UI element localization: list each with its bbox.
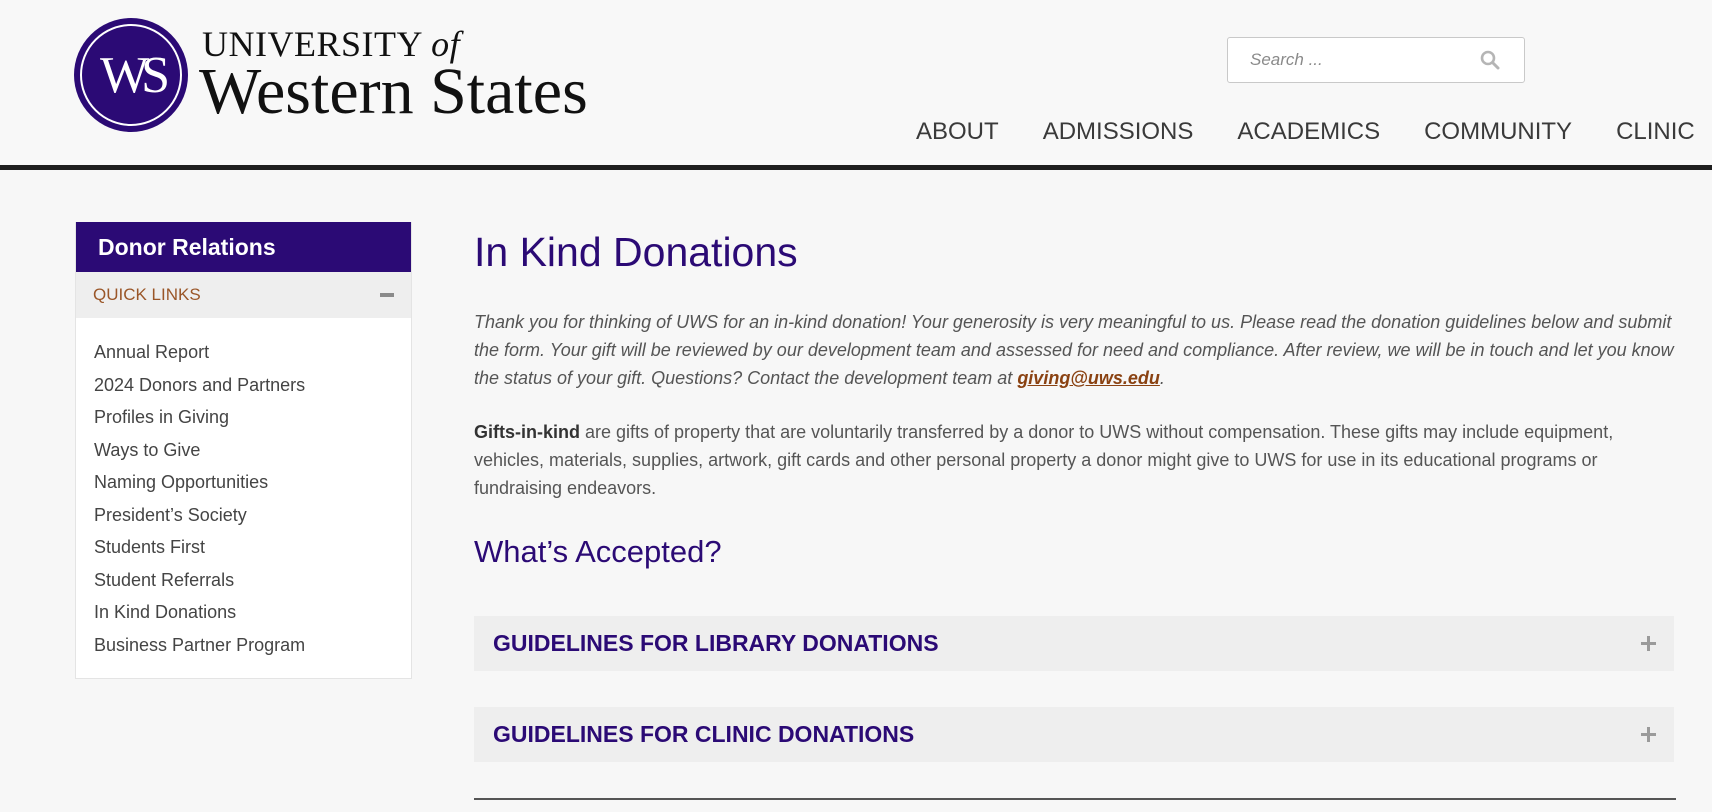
accordion-library-donations[interactable]: GUIDELINES FOR LIBRARY DONATIONS xyxy=(474,616,1674,671)
logo-monogram: WS xyxy=(100,46,170,104)
giving-email-link[interactable]: giving@uws.edu xyxy=(1017,368,1160,388)
sidebar-item-in-kind-donations[interactable]: In Kind Donations xyxy=(94,596,411,629)
sidebar-item-ways-to-give[interactable]: Ways to Give xyxy=(94,434,411,467)
quick-links-list: Annual Report 2024 Donors and Partners P… xyxy=(76,318,411,661)
accordion-clinic-donations[interactable]: GUIDELINES FOR CLINIC DONATIONS xyxy=(474,707,1674,762)
nav-community[interactable]: COMMUNITY xyxy=(1402,112,1594,152)
nav-admissions[interactable]: ADMISSIONS xyxy=(1021,112,1216,152)
minus-icon[interactable] xyxy=(380,293,394,297)
search-icon[interactable] xyxy=(1480,50,1500,70)
intro-paragraph: Thank you for thinking of UWS for an in-… xyxy=(474,308,1676,392)
gifts-in-kind-paragraph: Gifts-in-kind are gifts of property that… xyxy=(474,418,1676,502)
sidebar-item-business-partner-program[interactable]: Business Partner Program xyxy=(94,629,411,662)
content-divider xyxy=(474,798,1676,800)
nav-clinic[interactable]: CLINIC xyxy=(1594,112,1712,152)
quick-links-label: QUICK LINKS xyxy=(93,285,201,304)
quick-links-toggle[interactable]: QUICK LINKS xyxy=(76,272,411,318)
intro-end: . xyxy=(1159,368,1165,388)
plus-icon[interactable] xyxy=(1641,636,1656,651)
sidebar-item-students-first[interactable]: Students First xyxy=(94,531,411,564)
logo-line-2: Western States xyxy=(199,55,588,128)
nav-academics[interactable]: ACADEMICS xyxy=(1215,112,1402,152)
sidebar-item-donors-and-partners[interactable]: 2024 Donors and Partners xyxy=(94,369,411,402)
sidebar-item-presidents-society[interactable]: President’s Society xyxy=(94,499,411,532)
sidebar-item-naming-opportunities[interactable]: Naming Opportunities xyxy=(94,466,411,499)
sidebar-item-student-referrals[interactable]: Student Referrals xyxy=(94,564,411,597)
sidebar-title[interactable]: Donor Relations xyxy=(76,222,411,272)
sidebar: Donor Relations QUICK LINKS Annual Repor… xyxy=(75,222,412,679)
whats-accepted-heading: What’s Accepted? xyxy=(474,534,722,569)
main-nav: ABOUT ADMISSIONS ACADEMICS COMMUNITY CLI… xyxy=(894,112,1712,152)
site-header: WS UNIVERSITY of Western States ABOUT AD… xyxy=(0,0,1712,170)
gifts-in-kind-text: are gifts of property that are voluntari… xyxy=(474,422,1614,498)
plus-icon[interactable] xyxy=(1641,727,1656,742)
accordion-label: GUIDELINES FOR CLINIC DONATIONS xyxy=(493,721,915,747)
main-content: In Kind Donations Thank you for thinking… xyxy=(474,222,1676,762)
page-title: In Kind Donations xyxy=(474,229,798,275)
sidebar-item-profiles-in-giving[interactable]: Profiles in Giving xyxy=(94,401,411,434)
search-input[interactable] xyxy=(1228,38,1490,82)
nav-about[interactable]: ABOUT xyxy=(894,112,1021,152)
search-box xyxy=(1227,37,1525,83)
logo-seal: WS xyxy=(74,18,188,132)
university-logo[interactable]: WS UNIVERSITY of Western States xyxy=(74,18,594,134)
gifts-in-kind-term: Gifts-in-kind xyxy=(474,422,580,442)
accordion-label: GUIDELINES FOR LIBRARY DONATIONS xyxy=(493,630,939,656)
sidebar-item-annual-report[interactable]: Annual Report xyxy=(94,336,411,369)
